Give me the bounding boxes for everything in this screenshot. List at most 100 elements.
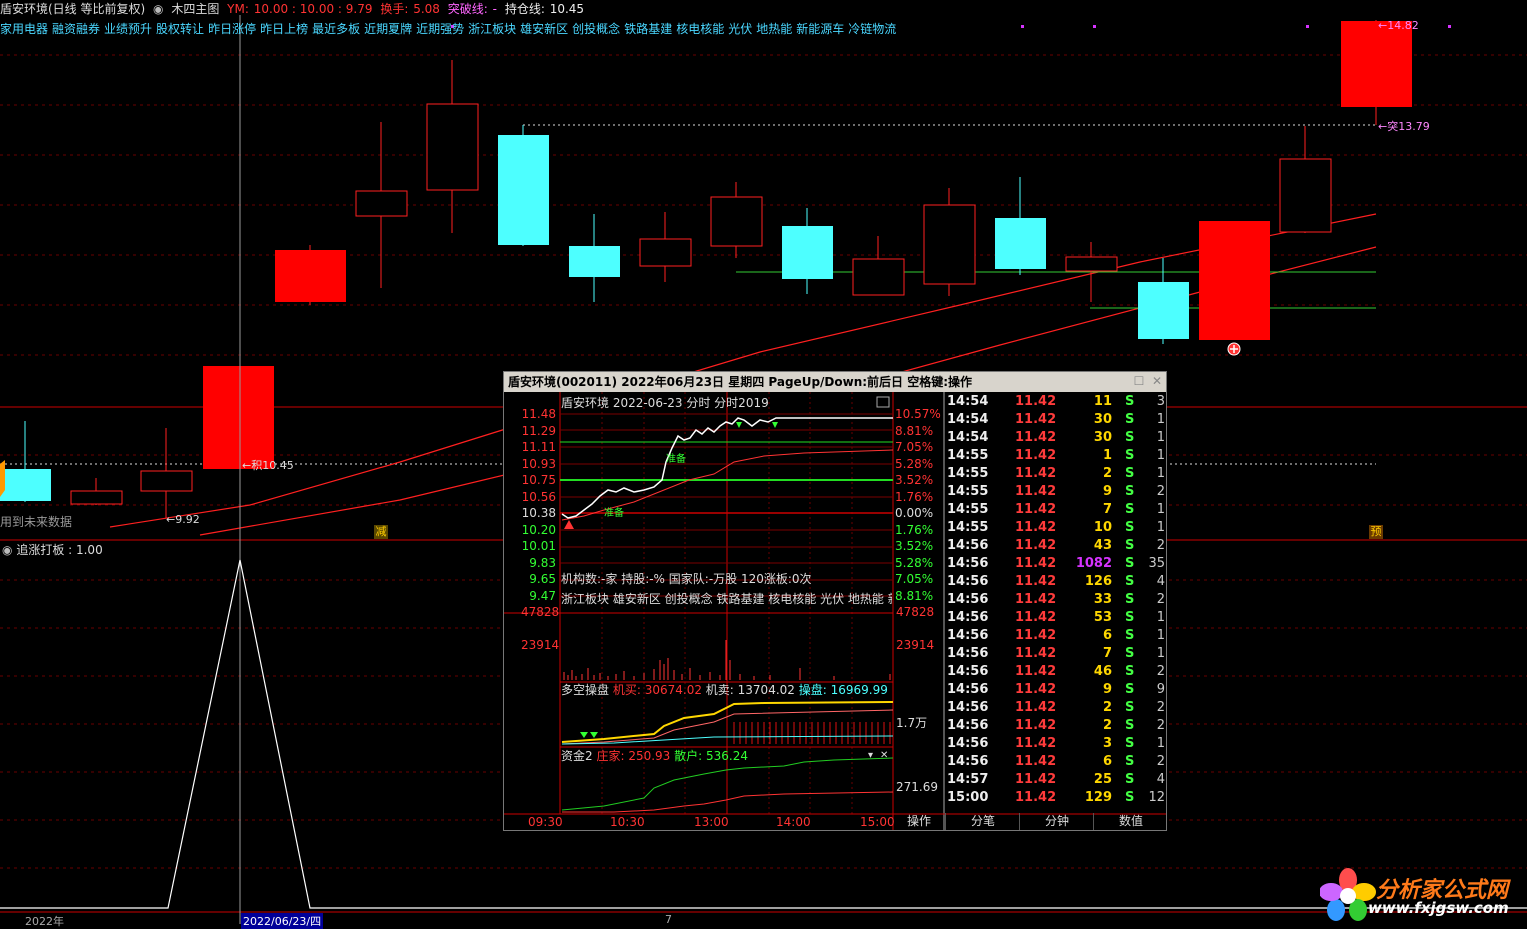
trade-row[interactable]: 14:54 11.42 11 S 3 <box>945 393 1167 411</box>
trade-row[interactable]: 14:55 11.42 10 S 1 <box>945 519 1167 537</box>
trade-side: S <box>1125 502 1135 517</box>
close-icon[interactable]: ✕ <box>1150 374 1164 388</box>
trade-row[interactable]: 14:55 11.42 7 S 1 <box>945 501 1167 519</box>
concept-tag[interactable]: 浙江板块 <box>468 22 516 36</box>
trade-count: 2 <box>1156 484 1165 499</box>
candle <box>1138 282 1189 339</box>
panel-tab[interactable]: 分笔 <box>945 813 1020 830</box>
concept-tag[interactable]: 雄安新区 <box>520 22 568 36</box>
concept-tag[interactable]: 近期强势 <box>416 22 464 36</box>
pct-axis-label: 0.00% <box>895 506 934 520</box>
concept-tag[interactable]: 核电核能 <box>676 22 724 36</box>
osc-toggle-icon[interactable]: ◉ <box>2 543 12 557</box>
concept-tag[interactable]: 冷链物流 <box>848 22 896 36</box>
concept-tag[interactable]: 业绩预升 <box>104 22 152 36</box>
pct-axis-label: 5.28% <box>895 556 934 570</box>
concept-tag[interactable]: 昨日涨停 <box>208 22 256 36</box>
concept-tag[interactable]: 昨日上榜 <box>260 22 308 36</box>
trade-volume: 3 <box>1102 736 1112 751</box>
dk-sell: 机卖: 13704.02 <box>705 683 795 697</box>
concept-tag[interactable]: 创投概念 <box>572 22 620 36</box>
concept-tag[interactable]: 铁路基建 <box>624 22 672 36</box>
trade-side: S <box>1125 610 1135 625</box>
trade-row[interactable]: 14:56 11.42 53 S 1 <box>945 609 1167 627</box>
trade-row[interactable]: 14:56 11.42 2 S 2 <box>945 699 1167 717</box>
trade-row[interactable]: 14:56 11.42 3 S 1 <box>945 735 1167 753</box>
low-price-note: ←9.92 <box>166 513 200 526</box>
trade-price: 11.42 <box>1015 412 1057 427</box>
pct-axis-label: 1.76% <box>895 523 934 537</box>
zj-header: 资金2 庄家: 250.93 散户: 536.24 <box>561 747 861 764</box>
trade-row[interactable]: 14:56 11.42 33 S 2 <box>945 591 1167 609</box>
future-data-note: 用到未来数据 <box>0 515 73 529</box>
maximize-icon[interactable]: ☐ <box>1132 374 1146 388</box>
trade-time: 14:55 <box>947 520 989 535</box>
operate-tab[interactable]: 操作 <box>894 813 944 830</box>
trade-row[interactable]: 14:56 11.42 1082 S 35 <box>945 555 1167 573</box>
trade-volume: 11 <box>1093 394 1112 409</box>
panel-tab[interactable]: 数值 <box>1093 813 1168 830</box>
trade-side: S <box>1125 466 1135 481</box>
time-axis-label: 09:30 <box>528 815 563 829</box>
trade-row[interactable]: 14:54 11.42 30 S 1 <box>945 429 1167 447</box>
trade-side: S <box>1125 664 1135 679</box>
indicator-name[interactable]: 木四主图 <box>171 2 219 16</box>
trade-side: S <box>1125 646 1135 661</box>
trade-volume: 9 <box>1102 484 1112 499</box>
trade-volume: 1082 <box>1075 556 1112 571</box>
trade-volume: 9 <box>1102 682 1112 697</box>
indicator-toggle-icon[interactable]: ◉ <box>153 2 163 16</box>
high-price-note: ←14.82 <box>1378 19 1419 32</box>
trade-time: 14:56 <box>947 664 989 679</box>
trade-row[interactable]: 14:56 11.42 46 S 2 <box>945 663 1167 681</box>
concept-tag[interactable]: 融资融券 <box>52 22 100 36</box>
panel-tab[interactable]: 分钟 <box>1019 813 1094 830</box>
concept-tag[interactable]: 地热能 <box>756 22 792 36</box>
trade-row[interactable]: 15:00 11.42 129 S 12 <box>945 789 1167 807</box>
dk-unit: 1.7万 <box>896 716 928 730</box>
trade-ticks-list[interactable]: 14:54 11.42 11 S 3 14:54 11.42 30 S 1 14:54 11.42 30… <box>945 393 1167 813</box>
trade-time: 15:00 <box>947 790 989 805</box>
trade-row[interactable]: 14:56 11.42 7 S 1 <box>945 645 1167 663</box>
trade-price: 11.42 <box>1015 772 1057 787</box>
trade-time: 14:56 <box>947 646 989 661</box>
trade-row[interactable]: 14:55 11.42 9 S 2 <box>945 483 1167 501</box>
candle <box>1279 158 1332 233</box>
trade-volume: 7 <box>1102 646 1112 661</box>
trade-time: 14:56 <box>947 682 989 697</box>
trade-volume: 2 <box>1102 718 1112 733</box>
pct-axis-label: 8.81% <box>895 423 934 438</box>
trade-row[interactable]: 14:56 11.42 43 S 2 <box>945 537 1167 555</box>
trade-row[interactable]: 14:55 11.42 2 S 1 <box>945 465 1167 483</box>
trade-count: 1 <box>1156 610 1165 625</box>
concept-tag[interactable]: 股权转让 <box>156 22 204 36</box>
concept-tag[interactable]: 光伏 <box>728 22 752 36</box>
trade-row[interactable]: 14:54 11.42 30 S 1 <box>945 411 1167 429</box>
trade-time: 14:56 <box>947 718 989 733</box>
concept-tag[interactable]: 家用电器 <box>0 22 48 36</box>
trade-row[interactable]: 14:56 11.42 6 S 1 <box>945 627 1167 645</box>
concept-tag[interactable]: 近期夏牌 <box>364 22 412 36</box>
trade-row[interactable]: 14:55 11.42 1 S 1 <box>945 447 1167 465</box>
zj-close-icon: ✕ <box>880 750 888 761</box>
pct-axis-label: 8.81% <box>895 589 934 603</box>
trade-time: 14:55 <box>947 466 989 481</box>
concept-tag[interactable]: 最近多板 <box>312 22 360 36</box>
trade-row[interactable]: 14:57 11.42 25 S 4 <box>945 771 1167 789</box>
trade-side: S <box>1125 700 1135 715</box>
trade-time: 14:55 <box>947 448 989 463</box>
popup-title-bar[interactable]: 盾安环境(002011) 2022年06月23日 星期四 PageUp/Down… <box>504 372 1166 392</box>
trade-row[interactable]: 14:56 11.42 126 S 4 <box>945 573 1167 591</box>
trade-side: S <box>1125 448 1135 463</box>
trade-time: 14:54 <box>947 394 989 409</box>
trade-row[interactable]: 14:56 11.42 2 S 2 <box>945 717 1167 735</box>
minute-popup-window[interactable]: 盾安环境(002011) 2022年06月23日 星期四 PageUp/Down… <box>503 371 1167 831</box>
concept-tag[interactable]: 新能源车 <box>796 22 844 36</box>
trade-panel-tabs[interactable]: 分笔 分钟 数值 <box>945 813 1167 830</box>
axis-cursor-date: 2022/06/23/四 <box>241 913 324 929</box>
trade-side: S <box>1125 484 1135 499</box>
trade-volume: 6 <box>1102 628 1112 643</box>
trade-count: 9 <box>1156 682 1165 697</box>
trade-row[interactable]: 14:56 11.42 6 S 2 <box>945 753 1167 771</box>
trade-row[interactable]: 14:56 11.42 9 S 9 <box>945 681 1167 699</box>
